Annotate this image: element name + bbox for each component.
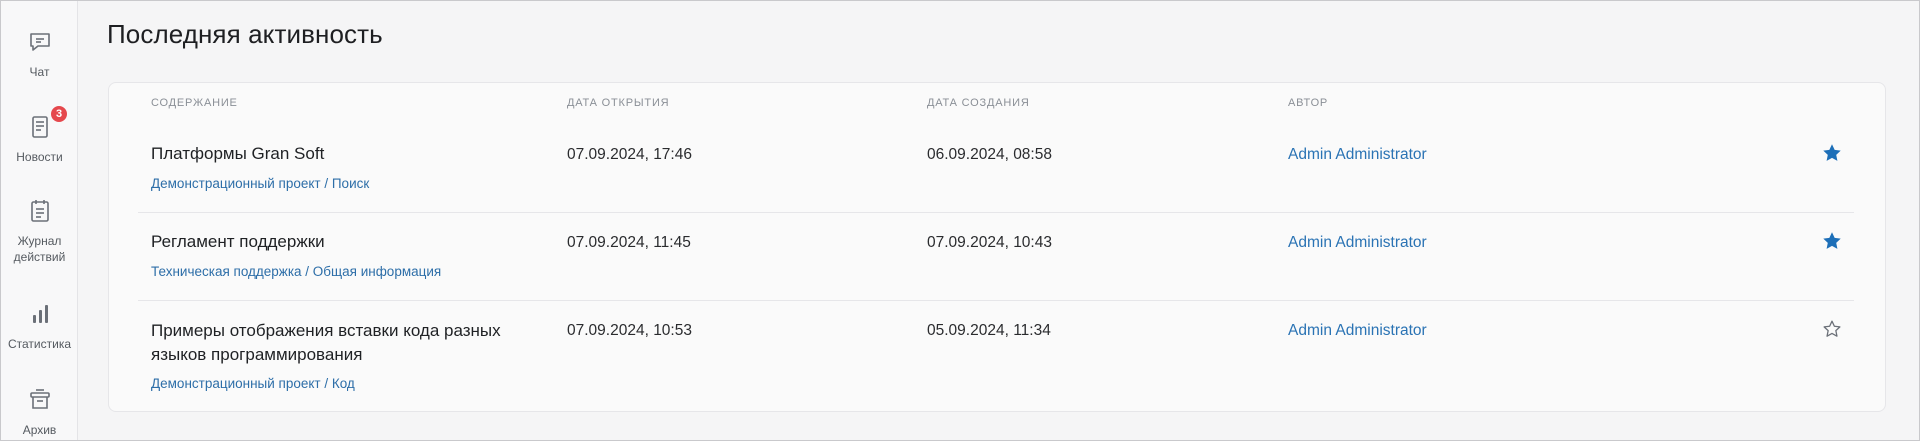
document-path-link[interactable]: Демонстрационный проект / Поиск: [151, 176, 369, 191]
sidebar-item-archive[interactable]: Архив: [1, 387, 78, 438]
document-title[interactable]: Примеры отображения вставки кода разных …: [151, 319, 551, 367]
opened-date: 07.09.2024, 11:45: [567, 234, 691, 251]
statistics-icon: [27, 301, 53, 327]
page-title: Последняя активность: [107, 19, 383, 49]
opened-date: 07.09.2024, 17:46: [567, 146, 692, 163]
document-path-link[interactable]: Демонстрационный проект / Код: [151, 376, 355, 391]
archive-icon: [27, 387, 53, 413]
row-divider: [138, 300, 1854, 301]
sidebar-item-label: Чат: [29, 65, 50, 79]
sidebar-item-label: Журнал действий: [13, 234, 66, 264]
document-title[interactable]: Платформы Gran Soft: [151, 142, 551, 166]
sidebar-item-chat[interactable]: Чат: [1, 29, 78, 80]
star-filled-icon[interactable]: [1821, 142, 1843, 164]
created-date: 05.09.2024, 11:34: [927, 322, 1051, 339]
document-title[interactable]: Регламент поддержки: [151, 230, 551, 254]
sidebar-item-label: Архив: [22, 423, 57, 437]
star-outline-icon[interactable]: [1821, 318, 1843, 340]
sidebar-item-label: Новости: [16, 150, 63, 164]
sidebar-item-statistics[interactable]: Статистика: [1, 301, 78, 352]
sidebar: Чат Новости 3 Журнал действий Статистика…: [1, 1, 78, 440]
row-divider: [138, 212, 1854, 213]
column-header-content: СОДЕРЖАНИЕ: [151, 97, 238, 109]
sidebar-item-news[interactable]: Новости: [1, 114, 78, 165]
opened-date: 07.09.2024, 10:53: [567, 322, 692, 339]
app-window: Чат Новости 3 Журнал действий Статистика…: [0, 0, 1920, 441]
news-icon: [27, 114, 53, 140]
author-link[interactable]: Admin Administrator: [1288, 322, 1427, 340]
scrollbar[interactable]: [1909, 1, 1917, 440]
column-header-opened: ДАТА ОТКРЫТИЯ: [567, 97, 670, 109]
column-header-created: ДАТА СОЗДАНИЯ: [927, 97, 1030, 109]
chat-icon: [27, 29, 53, 55]
column-header-author: АВТОР: [1288, 97, 1329, 109]
author-link[interactable]: Admin Administrator: [1288, 234, 1427, 252]
created-date: 06.09.2024, 08:58: [927, 146, 1052, 163]
sidebar-item-label: Статистика: [7, 337, 72, 351]
document-path-link[interactable]: Техническая поддержка / Общая информация: [151, 264, 441, 279]
created-date: 07.09.2024, 10:43: [927, 234, 1052, 251]
journal-icon: [27, 198, 53, 224]
sidebar-item-journal[interactable]: Журнал действий: [1, 198, 78, 265]
author-link[interactable]: Admin Administrator: [1288, 146, 1427, 164]
notification-badge: 3: [51, 106, 67, 122]
star-filled-icon[interactable]: [1821, 230, 1843, 252]
